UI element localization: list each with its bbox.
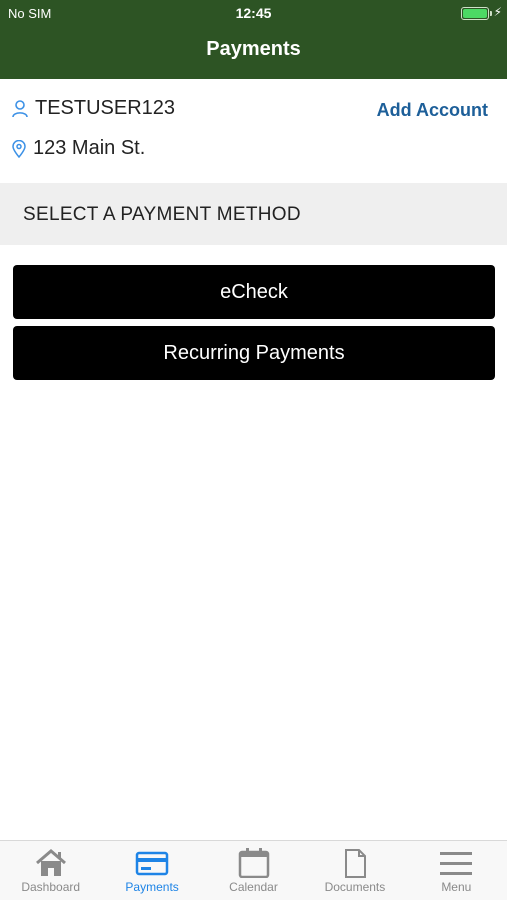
location-pin-icon [12,139,26,158]
menu-icon [440,852,473,875]
tab-calendar[interactable]: Calendar [203,841,304,900]
tab-payments[interactable]: Payments [101,841,202,900]
tab-dashboard[interactable]: Dashboard [0,841,101,900]
battery-tip [490,11,492,16]
battery-level [463,9,487,18]
account-address-row: 123 Main St. [12,137,145,160]
charging-icon: ⚡ [493,5,502,19]
credit-card-icon [135,851,169,876]
tab-label: Dashboard [21,880,81,894]
status-bar: No SIM 12:45 ⚡ [0,0,507,28]
section-header: SELECT A PAYMENT METHOD [0,183,507,245]
echeck-button[interactable]: eCheck [13,265,495,319]
tab-bar: Dashboard Payments Calendar Documents Me… [0,840,507,900]
tab-label: Menu [441,880,472,894]
calendar-icon [238,848,269,878]
tab-documents[interactable]: Documents [304,841,405,900]
tab-label: Documents [324,880,386,894]
tab-label: Payments [125,880,179,894]
app-header: No SIM 12:45 ⚡ Payments [0,0,507,79]
clock: 12:45 [235,5,272,21]
account-user-row: TESTUSER123 [12,97,175,120]
home-icon [35,849,66,876]
recurring-payments-button[interactable]: Recurring Payments [13,326,495,380]
tab-menu[interactable]: Menu [406,841,507,900]
account-username: TESTUSER123 [35,97,176,119]
account-panel: TESTUSER123 Add Account 123 Main St. [0,79,507,183]
tab-label: Calendar [229,880,278,894]
user-icon [12,99,28,117]
account-address: 123 Main St. [33,137,146,159]
page-title: Payments [206,38,301,60]
section-label: SELECT A PAYMENT METHOD [23,204,301,225]
document-icon [344,849,366,878]
battery-icon [461,7,489,20]
add-account-link[interactable]: Add Account [377,100,488,121]
